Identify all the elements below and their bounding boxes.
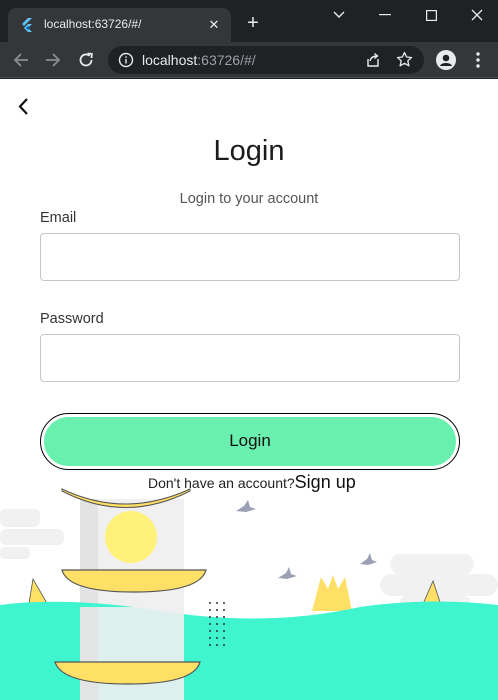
signup-prompt: Don't have an account? xyxy=(148,475,295,491)
browser-back-icon[interactable] xyxy=(10,49,32,71)
background-illustration xyxy=(0,488,498,700)
password-field[interactable] xyxy=(40,334,460,382)
signup-row: Don't have an account?Sign up xyxy=(148,472,356,493)
login-page: Login Login to your account Email Passwo… xyxy=(0,79,498,700)
email-label: Email xyxy=(40,210,77,226)
tab-search-icon[interactable] xyxy=(316,0,362,30)
info-icon[interactable] xyxy=(118,52,134,68)
browser-toolbar: localhost:63726/#/ xyxy=(0,42,498,78)
browser-forward-icon[interactable] xyxy=(42,49,64,71)
signup-link[interactable]: Sign up xyxy=(295,472,356,492)
minimize-icon[interactable] xyxy=(362,0,408,30)
back-arrow-icon[interactable] xyxy=(12,95,36,119)
page-subtitle: Login to your account xyxy=(179,191,319,207)
reload-icon[interactable] xyxy=(75,49,97,71)
flutter-icon xyxy=(22,18,32,32)
close-tab-icon[interactable]: ✕ xyxy=(205,16,223,34)
email-field[interactable] xyxy=(40,233,460,281)
tab-strip: localhost:63726/#/ ✕ + xyxy=(0,0,498,42)
url-text: localhost:63726/#/ xyxy=(142,52,256,68)
share-icon[interactable] xyxy=(365,52,381,68)
birds xyxy=(236,500,377,579)
window-close-icon[interactable] xyxy=(454,0,498,30)
login-button-label: Login xyxy=(229,431,271,450)
browser-menu-icon[interactable] xyxy=(468,50,488,70)
cloud-left xyxy=(0,509,64,559)
address-bar[interactable]: localhost:63726/#/ xyxy=(108,46,424,74)
new-tab-button[interactable]: + xyxy=(243,13,263,33)
browser-tab[interactable]: localhost:63726/#/ ✕ xyxy=(8,8,231,42)
profile-avatar-icon[interactable] xyxy=(436,50,456,70)
page-title: Login xyxy=(213,135,285,167)
password-label: Password xyxy=(40,311,104,327)
hill xyxy=(0,601,498,700)
login-button[interactable]: Login xyxy=(40,413,460,470)
tab-title: localhost:63726/#/ xyxy=(44,17,142,31)
maximize-icon[interactable] xyxy=(408,0,454,30)
bookmark-star-icon[interactable] xyxy=(396,51,413,68)
